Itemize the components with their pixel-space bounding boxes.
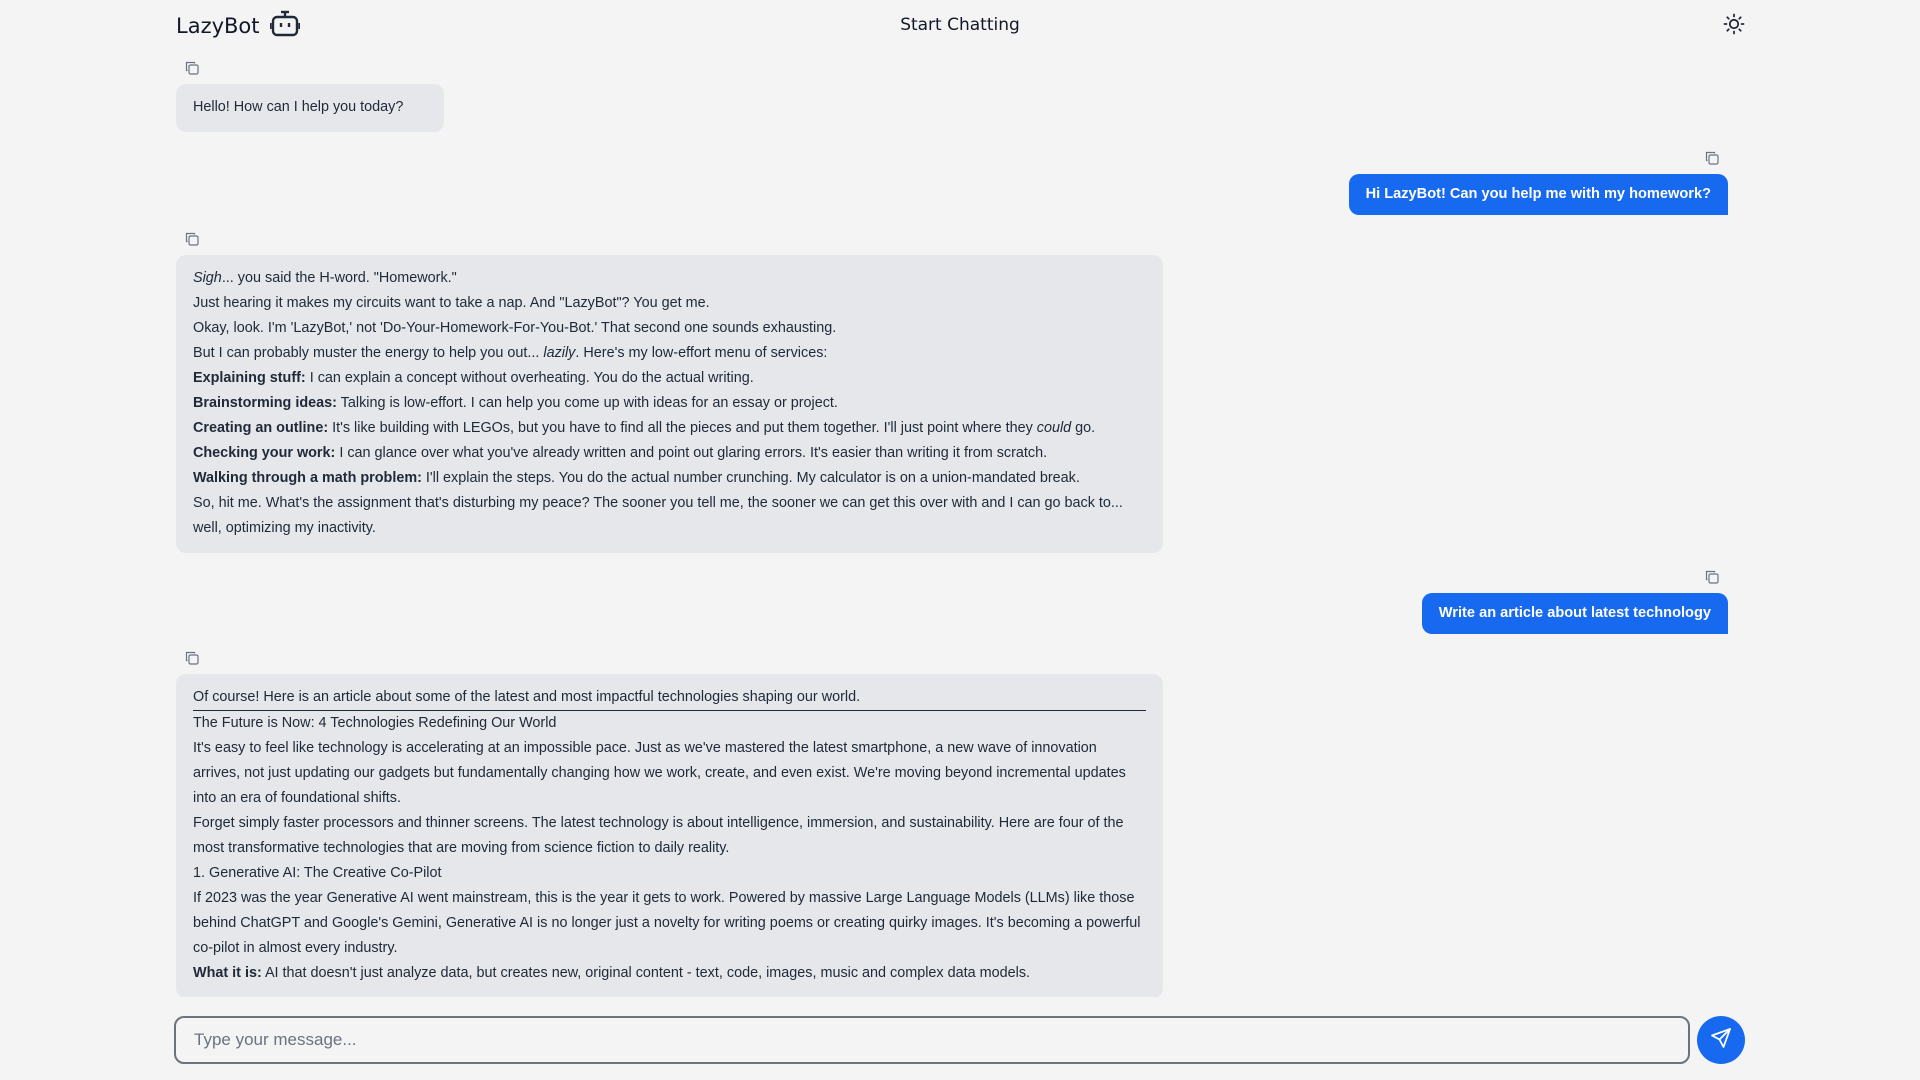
header: LazyBot Start Chatting bbox=[176, 0, 1745, 52]
copy-icon[interactable] bbox=[1704, 150, 1720, 166]
service-label: Explaining stuff: bbox=[193, 370, 306, 386]
service-label: Creating an outline: bbox=[193, 420, 329, 436]
service-item: Walking through a math problem: I'll exp… bbox=[193, 466, 1146, 491]
message-bubble: Hello! How can I help you today? bbox=[176, 84, 444, 132]
service-item: Checking your work: I can glance over wh… bbox=[193, 441, 1146, 466]
service-item: Creating an outline: It's like building … bbox=[193, 416, 1146, 441]
brand-logo[interactable]: LazyBot bbox=[176, 10, 301, 42]
service-text: Talking is low-effort. I can help you co… bbox=[336, 395, 838, 411]
service-text: I can explain a concept without overheat… bbox=[305, 370, 754, 386]
send-icon bbox=[1710, 1027, 1732, 1053]
service-text: It's like building with LEGOs, but you h… bbox=[328, 420, 1037, 436]
article-paragraph: It's easy to feel like technology is acc… bbox=[193, 740, 1126, 806]
article-paragraph: What it is: AI that doesn't just analyze… bbox=[193, 961, 1146, 986]
message-paragraph: Just hearing it makes my circuits want t… bbox=[193, 295, 710, 311]
service-text: I'll explain the steps. You do the actua… bbox=[421, 470, 1080, 486]
paragraph-text: . Here's my low-effort menu of services: bbox=[575, 345, 828, 361]
service-item: Explaining stuff: I can explain a concep… bbox=[193, 366, 1146, 391]
article-text: AI that doesn't just analyze data, but c… bbox=[261, 965, 1031, 981]
message-bubble: Of course! Here is an article about some… bbox=[176, 674, 1163, 997]
service-text: I can glance over what you've already wr… bbox=[335, 445, 1048, 461]
message-bubble: Sigh... you said the H-word. "Homework."… bbox=[176, 255, 1163, 553]
chat-message-list[interactable]: Hello! How can I help you today? Hi Lazy… bbox=[176, 52, 1728, 997]
paragraph-text: ... you said the H-word. "Homework." bbox=[221, 270, 457, 286]
emphasis-text: lazily bbox=[543, 345, 576, 361]
copy-icon[interactable] bbox=[184, 650, 200, 666]
article-paragraph: If 2023 was the year Generative AI went … bbox=[193, 890, 1141, 956]
bot-message: Sigh... you said the H-word. "Homework."… bbox=[176, 231, 1163, 553]
service-label: Checking your work: bbox=[193, 445, 336, 461]
message-text: Hello! How can I help you today? bbox=[193, 99, 404, 115]
message-composer bbox=[174, 1016, 1690, 1064]
brand-name: LazyBot bbox=[176, 14, 260, 38]
copy-icon[interactable] bbox=[1704, 569, 1720, 585]
user-message: Write an article about latest technology bbox=[176, 569, 1728, 634]
article-headline: The Future is Now: 4 Technologies Redefi… bbox=[193, 715, 557, 731]
sun-icon bbox=[1723, 13, 1745, 39]
message-paragraph: So, hit me. What's the assignment that's… bbox=[193, 495, 1123, 536]
robot-icon bbox=[268, 10, 301, 42]
service-label: Brainstorming ideas: bbox=[193, 395, 337, 411]
bot-message: Hello! How can I help you today? bbox=[176, 60, 444, 132]
copy-icon[interactable] bbox=[184, 60, 200, 76]
bot-message: Of course! Here is an article about some… bbox=[176, 650, 1163, 997]
emphasis-text: could bbox=[1036, 420, 1072, 436]
article-section-heading: 1. Generative AI: The Creative Co-Pilot bbox=[193, 865, 442, 881]
message-paragraph: Okay, look. I'm 'LazyBot,' not 'Do-Your-… bbox=[193, 320, 837, 336]
article-label: What it is: bbox=[193, 965, 262, 981]
send-button[interactable] bbox=[1697, 1016, 1745, 1064]
message-input[interactable] bbox=[194, 1030, 1670, 1050]
message-paragraph: But I can probably muster the energy to … bbox=[193, 341, 1146, 366]
article-intro: Of course! Here is an article about some… bbox=[193, 689, 861, 705]
service-text: go. bbox=[1071, 420, 1096, 436]
copy-icon[interactable] bbox=[184, 231, 200, 247]
page-title: Start Chatting bbox=[900, 15, 1020, 35]
service-item: Brainstorming ideas: Talking is low-effo… bbox=[193, 391, 1146, 416]
paragraph-text: But I can probably muster the energy to … bbox=[193, 345, 544, 361]
emphasis-text: Sigh bbox=[193, 270, 222, 286]
article-paragraph: Forget simply faster processors and thin… bbox=[193, 815, 1124, 856]
user-message: Hi LazyBot! Can you help me with my home… bbox=[176, 150, 1728, 215]
message-bubble: Write an article about latest technology bbox=[1421, 593, 1728, 634]
service-label: Walking through a math problem: bbox=[193, 470, 422, 486]
message-paragraph: Sigh... you said the H-word. "Homework." bbox=[193, 266, 1146, 291]
message-bubble: Hi LazyBot! Can you help me with my home… bbox=[1348, 174, 1728, 215]
theme-toggle-button[interactable] bbox=[1718, 10, 1750, 42]
